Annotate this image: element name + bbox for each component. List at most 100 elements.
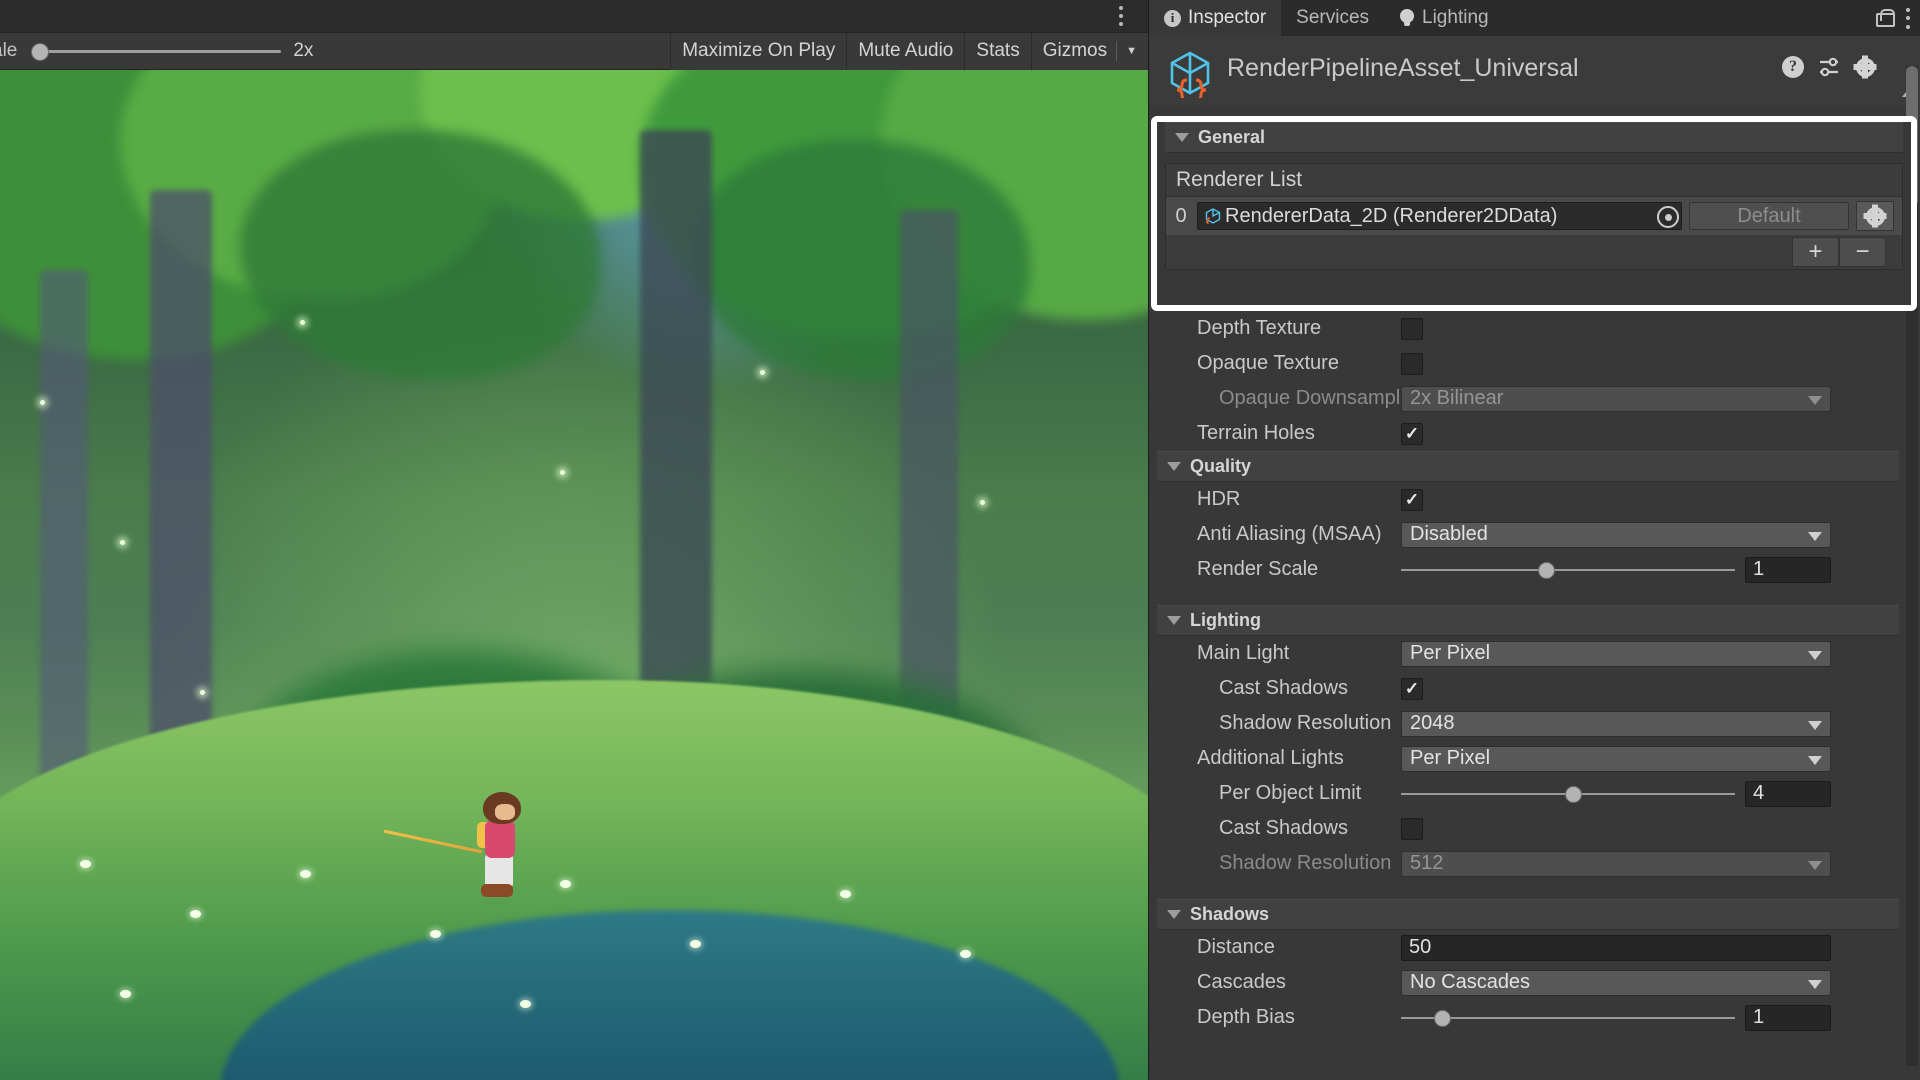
unlock-icon[interactable] bbox=[1876, 9, 1895, 27]
renderer-row-index: 0 bbox=[1175, 204, 1187, 227]
slider-render-scale[interactable] bbox=[1401, 559, 1735, 581]
object-picker-icon[interactable] bbox=[1657, 206, 1679, 228]
renderer-default-button[interactable]: Default bbox=[1689, 202, 1849, 230]
checkbox-depth-texture[interactable] bbox=[1401, 317, 1423, 340]
tab-services[interactable]: Services bbox=[1281, 0, 1384, 36]
property-row-shadow-resolution: Shadow Resolution 512 bbox=[1149, 846, 1907, 881]
label-shadow-resolution: Shadow Resolution bbox=[1219, 852, 1392, 874]
maximize-on-play-button[interactable]: Maximize On Play bbox=[670, 32, 847, 70]
slider-knob[interactable] bbox=[1537, 561, 1555, 579]
label-per-object-limit: Per Object Limit bbox=[1219, 782, 1362, 804]
game-view-panel: ale 2x Maximize On Play Mute Audio Stats… bbox=[0, 0, 1148, 1080]
dropdown-cascades[interactable]: No Cascades bbox=[1401, 969, 1831, 996]
section-lighting-label: Lighting bbox=[1190, 610, 1261, 630]
renderer-settings-button[interactable] bbox=[1856, 201, 1894, 231]
gap bbox=[1149, 881, 1907, 899]
property-row-terrain-holes: Terrain Holes ✓ bbox=[1149, 416, 1907, 451]
numeric-field-depth-bias[interactable]: 1 bbox=[1745, 1004, 1831, 1031]
slider-per-object-limit[interactable] bbox=[1401, 783, 1735, 805]
mute-audio-button[interactable]: Mute Audio bbox=[846, 32, 965, 70]
game-view-more-options-icon[interactable] bbox=[1112, 2, 1130, 30]
numeric-value-depth-bias: 1 bbox=[1753, 1006, 1765, 1028]
flower bbox=[960, 950, 971, 958]
label-additional-lights: Additional Lights bbox=[1197, 747, 1344, 769]
dropdown-value-opaque-downsamplir: 2x Bilinear bbox=[1410, 387, 1504, 409]
property-row-anti-aliasing-msaa: Anti Aliasing (MSAA) Disabled bbox=[1149, 517, 1907, 552]
more-options-icon[interactable] bbox=[1905, 7, 1910, 29]
checkbox-hdr[interactable]: ✓ bbox=[1401, 488, 1423, 511]
help-icon[interactable]: ? bbox=[1782, 56, 1804, 78]
tab-inspector[interactable]: i Inspector bbox=[1149, 0, 1282, 36]
label-cast-shadows: Cast Shadows bbox=[1219, 677, 1348, 699]
inspector-tab-actions bbox=[1876, 0, 1910, 36]
checkbox-cast-shadows[interactable] bbox=[1401, 817, 1423, 840]
tab-lighting[interactable]: Lighting bbox=[1384, 0, 1504, 36]
property-row-per-object-limit: Per Object Limit 4 bbox=[1149, 776, 1907, 811]
label-anti-aliasing-msaa: Anti Aliasing (MSAA) bbox=[1197, 523, 1382, 545]
general-section-group: General Renderer List 0 RendererData_2D … bbox=[1157, 122, 1911, 305]
section-header-lighting[interactable]: Lighting bbox=[1157, 605, 1899, 636]
remove-renderer-label: − bbox=[1855, 238, 1870, 265]
property-row-cascades: Cascades No Cascades bbox=[1149, 965, 1907, 1000]
maximize-on-play-label: Maximize On Play bbox=[682, 40, 836, 61]
chevron-down-icon[interactable] bbox=[1808, 755, 1822, 765]
renderer-default-label: Default bbox=[1737, 204, 1801, 227]
label-cast-shadows: Cast Shadows bbox=[1219, 817, 1348, 839]
scale-slider-knob[interactable] bbox=[31, 43, 50, 61]
label-terrain-holes: Terrain Holes bbox=[1197, 422, 1315, 444]
label-depth-texture: Depth Texture bbox=[1197, 317, 1322, 339]
dropdown-shadow-resolution[interactable]: 2048 bbox=[1401, 710, 1831, 737]
dropdown-anti-aliasing-msaa[interactable]: Disabled bbox=[1401, 521, 1831, 548]
numeric-field-distance[interactable]: 50 bbox=[1401, 934, 1831, 961]
foliage bbox=[690, 140, 1030, 380]
property-row-depth-texture: Depth Texture bbox=[1149, 311, 1907, 346]
chevron-down-icon[interactable] bbox=[1808, 531, 1822, 541]
stats-button[interactable]: Stats bbox=[964, 32, 1031, 70]
chevron-down-icon[interactable] bbox=[1808, 860, 1822, 870]
checkbox-opaque-texture[interactable] bbox=[1401, 352, 1423, 375]
light-particle bbox=[300, 320, 305, 325]
dropdown-shadow-resolution[interactable]: 512 bbox=[1401, 850, 1831, 877]
preset-icon[interactable] bbox=[1818, 56, 1840, 78]
section-header-quality[interactable]: Quality bbox=[1157, 451, 1899, 482]
property-row-hdr: HDR ✓ bbox=[1149, 482, 1907, 517]
dropdown-main-light[interactable]: Per Pixel bbox=[1401, 640, 1831, 667]
slider-track bbox=[1401, 568, 1735, 571]
light-particle bbox=[40, 400, 45, 405]
chevron-down-icon[interactable] bbox=[1808, 395, 1822, 405]
scale-slider-track bbox=[39, 50, 282, 53]
slider-knob[interactable] bbox=[1434, 1009, 1452, 1027]
triangle-down-icon bbox=[1175, 133, 1189, 142]
chevron-down-icon[interactable] bbox=[1808, 720, 1822, 730]
gear-icon[interactable] bbox=[1854, 56, 1876, 78]
section-header-shadows[interactable]: Shadows bbox=[1157, 899, 1899, 930]
inspector-header-icons: ? bbox=[1782, 56, 1876, 78]
dropdown-additional-lights[interactable]: Per Pixel bbox=[1401, 745, 1831, 772]
numeric-field-per-object-limit[interactable]: 4 bbox=[1745, 780, 1831, 807]
add-renderer-button[interactable]: + bbox=[1792, 237, 1839, 267]
slider-depth-bias[interactable] bbox=[1401, 1007, 1735, 1029]
property-row-additional-lights: Additional Lights Per Pixel bbox=[1149, 741, 1907, 776]
label-opaque-texture: Opaque Texture bbox=[1197, 352, 1339, 374]
section-shadows-label: Shadows bbox=[1190, 904, 1270, 924]
flower bbox=[120, 990, 131, 998]
numeric-field-render-scale[interactable]: 1 bbox=[1745, 556, 1831, 583]
checkbox-cast-shadows[interactable]: ✓ bbox=[1401, 677, 1423, 700]
gizmos-button[interactable]: Gizmos ▼ bbox=[1030, 32, 1148, 70]
chevron-down-icon[interactable] bbox=[1808, 650, 1822, 660]
renderer-list-row[interactable]: 0 RendererData_2D (Renderer2DData) Defau… bbox=[1166, 197, 1902, 235]
remove-renderer-button[interactable]: − bbox=[1839, 237, 1886, 267]
chevron-down-icon[interactable]: ▼ bbox=[1126, 45, 1137, 57]
label-render-scale: Render Scale bbox=[1197, 558, 1319, 580]
dropdown-opaque-downsamplir[interactable]: 2x Bilinear bbox=[1401, 385, 1831, 412]
property-row-opaque-texture: Opaque Texture bbox=[1149, 346, 1907, 381]
label-hdr: HDR bbox=[1197, 488, 1241, 510]
slider-track bbox=[1401, 1016, 1735, 1019]
chevron-down-icon[interactable] bbox=[1808, 979, 1822, 989]
scale-slider[interactable] bbox=[21, 41, 282, 61]
slider-knob[interactable] bbox=[1564, 785, 1582, 803]
renderer-object-field[interactable]: RendererData_2D (Renderer2DData) bbox=[1197, 202, 1682, 230]
section-header-general[interactable]: General bbox=[1165, 122, 1903, 153]
dropdown-value-cascades: No Cascades bbox=[1410, 971, 1531, 993]
checkbox-terrain-holes[interactable]: ✓ bbox=[1401, 422, 1423, 445]
